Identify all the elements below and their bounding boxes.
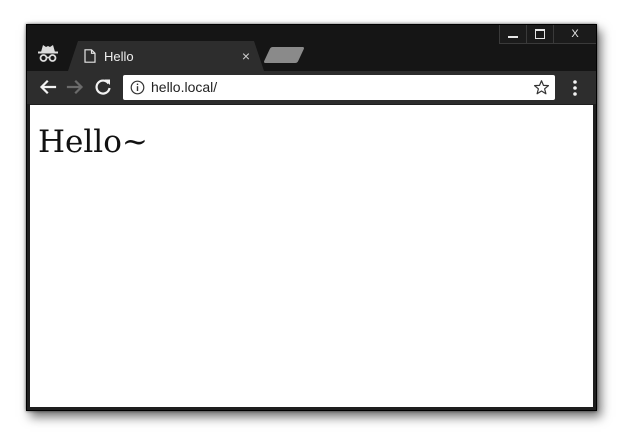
minimize-icon bbox=[508, 36, 518, 38]
page-content: Hello~ bbox=[30, 105, 593, 407]
browser-toolbar: hello.local/ bbox=[27, 71, 596, 104]
tab-close-icon[interactable]: × bbox=[236, 46, 256, 66]
minimize-button[interactable] bbox=[500, 25, 527, 43]
kebab-menu-icon[interactable] bbox=[568, 77, 582, 99]
url-text[interactable]: hello.local/ bbox=[151, 79, 217, 95]
window-controls: X bbox=[499, 25, 596, 44]
info-icon[interactable] bbox=[130, 80, 145, 95]
address-bar[interactable]: hello.local/ bbox=[123, 75, 555, 100]
back-arrow-icon[interactable] bbox=[36, 75, 60, 99]
browser-window: Hello × X hello.local/ Hello~ bbox=[26, 24, 597, 411]
tab-title: Hello bbox=[104, 49, 134, 64]
new-tab-button[interactable] bbox=[263, 47, 305, 63]
close-window-button[interactable]: X bbox=[554, 25, 596, 43]
maximize-icon bbox=[535, 29, 545, 39]
document-icon bbox=[84, 49, 96, 63]
star-icon[interactable] bbox=[533, 79, 550, 96]
tab-hello[interactable]: Hello × bbox=[68, 41, 264, 71]
title-bar: Hello × X bbox=[27, 25, 596, 71]
maximize-button[interactable] bbox=[527, 25, 554, 43]
forward-arrow-icon[interactable] bbox=[63, 75, 87, 99]
reload-icon[interactable] bbox=[91, 75, 115, 99]
incognito-icon bbox=[38, 45, 58, 62]
page-heading: Hello~ bbox=[38, 124, 148, 160]
